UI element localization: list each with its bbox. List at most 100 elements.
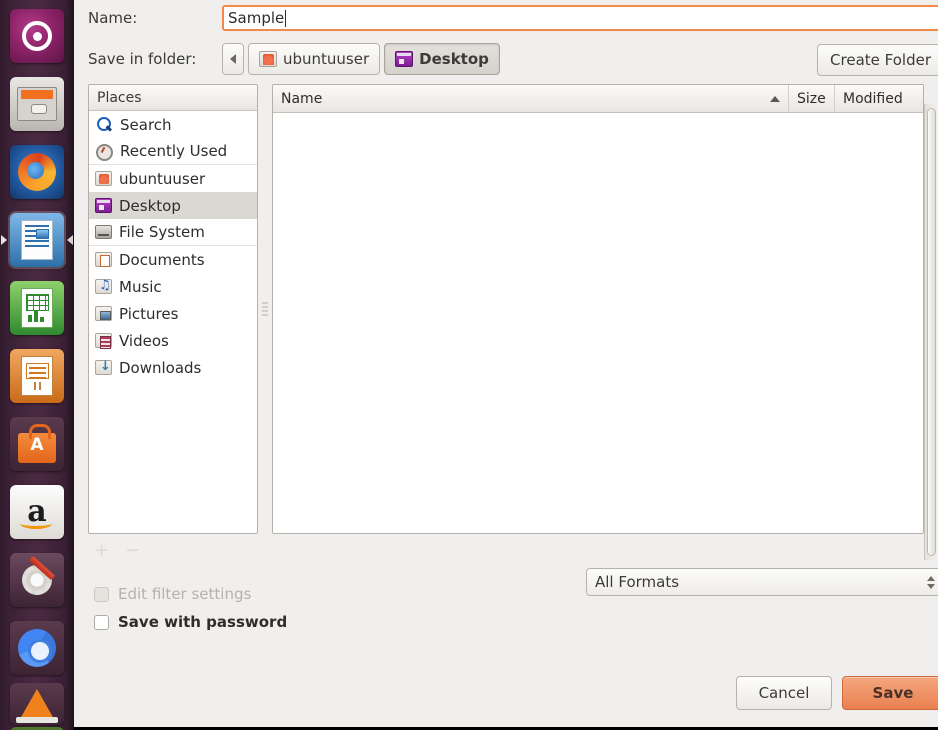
add-place-button[interactable]: + bbox=[94, 541, 109, 560]
path-bar: ubuntuuser Desktop bbox=[222, 43, 500, 75]
path-back-button[interactable] bbox=[222, 43, 244, 75]
triangle-left-icon bbox=[230, 54, 236, 64]
scrollbar-thumb[interactable] bbox=[927, 108, 936, 556]
file-list-body[interactable] bbox=[273, 113, 923, 533]
launcher-item-media-player[interactable] bbox=[0, 726, 74, 730]
file-format-dropdown[interactable]: All Formats bbox=[586, 568, 938, 596]
file-format-value: All Formats bbox=[595, 573, 680, 591]
name-row: Name: Sample bbox=[74, 0, 938, 36]
search-icon bbox=[95, 116, 113, 133]
spinner-arrows-icon bbox=[927, 575, 935, 589]
launcher-item-files[interactable] bbox=[0, 70, 74, 138]
videos-folder-icon bbox=[95, 333, 112, 349]
screen: a Name: Sample Save in folder: bbox=[0, 0, 938, 730]
column-header-label: Size bbox=[797, 90, 826, 107]
libreoffice-calc-icon bbox=[10, 281, 64, 335]
launcher-item-libreoffice-calc[interactable] bbox=[0, 274, 74, 342]
sidebar-item-ubuntuuser[interactable]: ubuntuuser bbox=[89, 165, 257, 192]
launcher-item-libreoffice-impress[interactable] bbox=[0, 342, 74, 410]
pictures-folder-icon bbox=[95, 306, 112, 321]
path-button-label: Desktop bbox=[419, 50, 489, 68]
file-list-panel: Name Size Modified bbox=[272, 84, 924, 534]
remove-place-button[interactable]: − bbox=[125, 541, 140, 560]
desktop-folder-icon bbox=[95, 198, 112, 213]
places-actions: + − bbox=[74, 534, 938, 562]
music-folder-icon bbox=[95, 278, 112, 294]
column-header-label: Modified bbox=[843, 90, 903, 107]
sidebar-item-label: Desktop bbox=[119, 196, 181, 215]
sidebar-item-pictures[interactable]: Pictures bbox=[89, 300, 257, 327]
sidebar-item-label: Documents bbox=[119, 250, 205, 269]
column-header-modified[interactable]: Modified bbox=[835, 85, 923, 112]
filename-value: Sample bbox=[228, 9, 285, 27]
launcher-item-vlc[interactable] bbox=[0, 682, 74, 726]
column-header-size[interactable]: Size bbox=[789, 85, 835, 112]
file-list-header: Name Size Modified bbox=[273, 85, 923, 113]
vlc-icon bbox=[10, 683, 64, 725]
column-header-label: Name bbox=[281, 90, 323, 107]
system-settings-icon bbox=[10, 553, 64, 607]
recent-icon bbox=[95, 143, 113, 161]
home-folder-icon bbox=[259, 51, 277, 67]
column-header-name[interactable]: Name bbox=[273, 85, 789, 112]
sidebar-item-label: File System bbox=[119, 223, 205, 241]
sidebar-item-downloads[interactable]: Downloads bbox=[89, 354, 257, 381]
sidebar-item-search[interactable]: Search bbox=[89, 111, 257, 138]
sidebar-item-label: Downloads bbox=[119, 358, 202, 377]
ubuntu-software-icon bbox=[10, 417, 64, 471]
save-file-dialog: Name: Sample Save in folder: ubuntuuser … bbox=[74, 0, 938, 730]
sidebar-item-desktop[interactable]: Desktop bbox=[89, 192, 257, 219]
pane-resize-handle[interactable] bbox=[258, 84, 272, 534]
window-scrollbar[interactable] bbox=[924, 104, 938, 560]
sidebar-item-label: Search bbox=[120, 115, 172, 134]
cancel-button[interactable]: Cancel bbox=[736, 676, 832, 710]
sidebar-item-label: Recently Used bbox=[120, 142, 228, 160]
name-label: Name: bbox=[88, 9, 138, 27]
chromium-icon bbox=[10, 621, 64, 675]
path-button-label: ubuntuuser bbox=[283, 50, 370, 68]
save-with-password-label: Save with password bbox=[118, 613, 288, 631]
sidebar-item-music[interactable]: Music bbox=[89, 273, 257, 300]
hard-disk-icon bbox=[95, 225, 112, 239]
amazon-icon: a bbox=[10, 485, 64, 539]
libreoffice-writer-icon bbox=[10, 213, 64, 267]
places-list: Search Recently Used ubuntuuser Desktop bbox=[89, 111, 257, 533]
launcher-item-amazon[interactable]: a bbox=[0, 478, 74, 546]
save-button[interactable]: Save bbox=[842, 676, 938, 710]
sort-ascending-icon bbox=[770, 95, 780, 102]
launcher-item-system-settings[interactable] bbox=[0, 546, 74, 614]
filename-input[interactable]: Sample bbox=[222, 5, 938, 31]
path-button-desktop[interactable]: Desktop bbox=[384, 43, 500, 75]
text-caret bbox=[285, 9, 287, 27]
sidebar-item-label: Pictures bbox=[119, 304, 179, 323]
libreoffice-impress-icon bbox=[10, 349, 64, 403]
sidebar-item-label: Videos bbox=[119, 331, 169, 350]
unity-launcher: a bbox=[0, 0, 74, 730]
save-with-password-checkbox[interactable] bbox=[94, 614, 109, 630]
sidebar-item-documents[interactable]: Documents bbox=[89, 246, 257, 273]
edit-filter-settings-label: Edit filter settings bbox=[118, 585, 252, 603]
launcher-item-ubuntu-software[interactable] bbox=[0, 410, 74, 478]
desktop-folder-icon bbox=[395, 51, 414, 67]
launcher-item-ubuntu-dash[interactable] bbox=[0, 2, 74, 70]
files-icon bbox=[10, 77, 64, 131]
sidebar-item-videos[interactable]: Videos bbox=[89, 327, 257, 354]
save-in-folder-row: Save in folder: ubuntuuser Desktop bbox=[74, 36, 938, 84]
sidebar-item-file-system[interactable]: File System bbox=[89, 219, 257, 246]
save-in-folder-label: Save in folder: bbox=[88, 50, 197, 68]
save-with-password-row[interactable]: Save with password bbox=[74, 608, 938, 636]
launcher-item-libreoffice-writer[interactable] bbox=[0, 206, 74, 274]
browser-panes: Places Search Recently Used ubuntuuser D… bbox=[88, 84, 924, 534]
edit-filter-settings-checkbox[interactable] bbox=[94, 586, 109, 602]
dialog-actions: Cancel Save bbox=[736, 676, 938, 710]
sidebar-item-label: ubuntuuser bbox=[119, 169, 206, 188]
downloads-folder-icon bbox=[95, 359, 112, 375]
launcher-item-firefox[interactable] bbox=[0, 138, 74, 206]
path-button-ubuntuuser[interactable]: ubuntuuser bbox=[248, 43, 381, 75]
home-folder-icon bbox=[95, 171, 112, 186]
create-folder-button[interactable]: Create Folder bbox=[817, 44, 938, 76]
places-panel: Places Search Recently Used ubuntuuser D… bbox=[88, 84, 258, 534]
ubuntu-logo-icon bbox=[10, 9, 64, 63]
sidebar-item-recently-used[interactable]: Recently Used bbox=[89, 138, 257, 165]
launcher-item-chromium[interactable] bbox=[0, 614, 74, 682]
